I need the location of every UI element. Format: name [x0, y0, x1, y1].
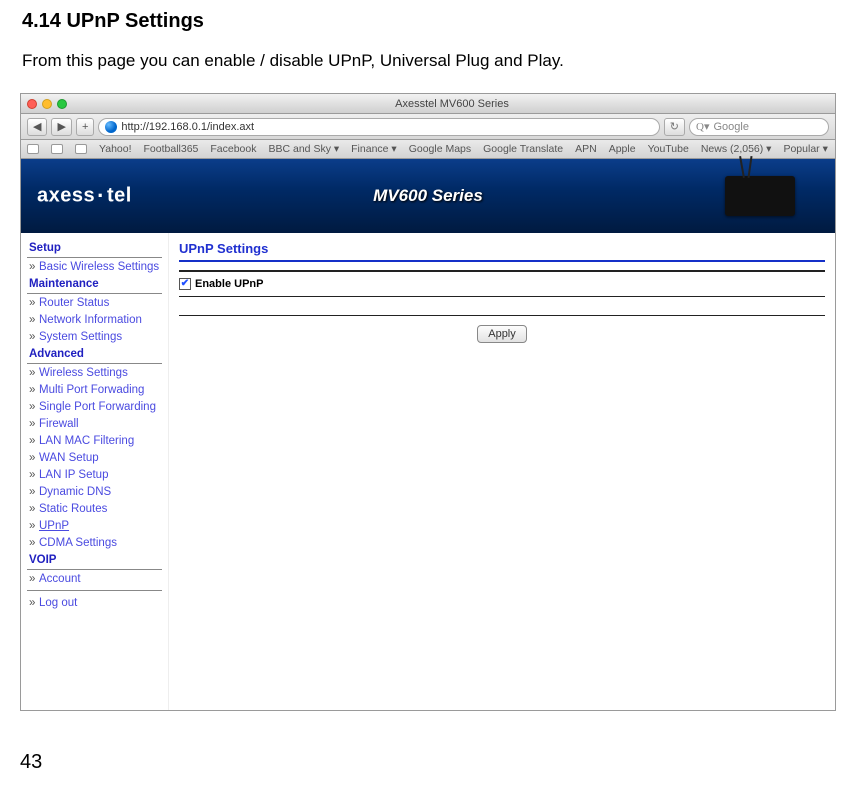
- bookmark-item[interactable]: Google Translate: [483, 143, 563, 155]
- nav-ddns[interactable]: »Dynamic DNS: [27, 483, 162, 500]
- page-banner: axess·tel MV600 Series: [21, 159, 835, 233]
- search-placeholder: Google: [713, 121, 748, 133]
- minimize-icon[interactable]: [42, 99, 52, 109]
- nav-divider: [27, 590, 162, 591]
- nav-router-status[interactable]: »Router Status: [27, 294, 162, 311]
- search-icon: Q▾: [696, 120, 709, 133]
- nav-network-info[interactable]: »Network Information: [27, 311, 162, 328]
- bookmark-item[interactable]: Facebook: [210, 143, 256, 155]
- panel-title-underline: [179, 260, 825, 262]
- url-text: http://192.168.0.1/index.axt: [121, 121, 254, 133]
- nav-wan-setup[interactable]: »WAN Setup: [27, 449, 162, 466]
- nav-upnp[interactable]: »UPnP: [27, 517, 162, 534]
- zoom-icon[interactable]: [57, 99, 67, 109]
- bookmark-item[interactable]: Finance ▾: [351, 143, 397, 155]
- divider: [179, 270, 825, 272]
- nav-cdma[interactable]: »CDMA Settings: [27, 534, 162, 551]
- browser-window: Axesstel MV600 Series ◀ ▶ + http://192.1…: [20, 93, 836, 711]
- bookmark-item[interactable]: Apple: [609, 143, 636, 155]
- bookmark-item[interactable]: APN: [575, 143, 597, 155]
- bookmarks-bar: Yahoo! Football365 Facebook BBC and Sky …: [21, 140, 835, 159]
- divider: [179, 315, 825, 316]
- product-series: MV600 Series: [373, 186, 483, 206]
- nav-firewall[interactable]: »Firewall: [27, 415, 162, 432]
- favicon-icon: [105, 121, 117, 133]
- nav-lan-mac[interactable]: »LAN MAC Filtering: [27, 432, 162, 449]
- nav-wireless-settings[interactable]: »Wireless Settings: [27, 364, 162, 381]
- nav-static-routes[interactable]: »Static Routes: [27, 500, 162, 517]
- reading-list-icon[interactable]: [51, 144, 63, 154]
- brand-right: tel: [107, 184, 132, 206]
- nav-section-maintenance: Maintenance: [27, 275, 162, 294]
- back-button[interactable]: ◀: [27, 118, 47, 136]
- search-field[interactable]: Q▾ Google: [689, 118, 829, 136]
- bookmark-item[interactable]: News (2,056) ▾: [701, 143, 772, 155]
- panel-title: UPnP Settings: [179, 239, 825, 260]
- window-title: Axesstel MV600 Series: [75, 98, 829, 110]
- bookmark-item[interactable]: YouTube: [648, 143, 689, 155]
- forward-button[interactable]: ▶: [51, 118, 71, 136]
- doc-intro-text: From this page you can enable / disable …: [22, 51, 843, 71]
- device-image: [725, 176, 795, 216]
- add-bookmark-button[interactable]: +: [76, 118, 94, 136]
- sidebar-nav: Setup »Basic Wireless Settings Maintenan…: [21, 233, 169, 710]
- doc-heading: 4.14 UPnP Settings: [22, 10, 843, 33]
- browser-toolbar: ◀ ▶ + http://192.168.0.1/index.axt ↻ Q▾ …: [21, 114, 835, 140]
- traffic-lights: [27, 99, 67, 109]
- enable-upnp-label: Enable UPnP: [195, 278, 263, 290]
- nav-account[interactable]: »Account: [27, 570, 162, 587]
- antenna-icon: [739, 156, 745, 178]
- bookmark-item[interactable]: Google Maps: [409, 143, 471, 155]
- nav-section-voip: VOIP: [27, 551, 162, 570]
- nav-lan-ip[interactable]: »LAN IP Setup: [27, 466, 162, 483]
- nav-multi-port[interactable]: »Multi Port Forwading: [27, 381, 162, 398]
- nav-section-setup: Setup: [27, 239, 162, 258]
- bookmark-item[interactable]: Yahoo!: [99, 143, 132, 155]
- close-icon[interactable]: [27, 99, 37, 109]
- bookmarks-menu-icon[interactable]: [27, 144, 39, 154]
- nav-system-settings[interactable]: »System Settings: [27, 328, 162, 345]
- nav-basic-wireless[interactable]: »Basic Wireless Settings: [27, 258, 162, 275]
- antenna-icon: [747, 156, 752, 178]
- bookmark-item[interactable]: Popular ▾: [783, 143, 827, 155]
- reload-button[interactable]: ↻: [664, 118, 685, 136]
- apply-button[interactable]: Apply: [477, 325, 527, 343]
- brand-dot-icon: ·: [97, 183, 105, 209]
- nav-section-advanced: Advanced: [27, 345, 162, 364]
- enable-upnp-checkbox[interactable]: ✔: [179, 278, 191, 290]
- nav-single-port[interactable]: »Single Port Forwarding: [27, 398, 162, 415]
- content-panel: UPnP Settings ✔ Enable UPnP Apply: [169, 233, 835, 710]
- page-number: 43: [20, 751, 843, 774]
- nav-logout[interactable]: »Log out: [27, 594, 162, 611]
- topsites-icon[interactable]: [75, 144, 87, 154]
- window-titlebar: Axesstel MV600 Series: [21, 94, 835, 114]
- bookmark-item[interactable]: Football365: [144, 143, 199, 155]
- address-bar[interactable]: http://192.168.0.1/index.axt: [98, 118, 659, 136]
- divider: [179, 296, 825, 297]
- bookmark-item[interactable]: BBC and Sky ▾: [269, 143, 340, 155]
- brand-left: axess: [37, 184, 95, 206]
- brand-logo: axess·tel: [37, 183, 132, 209]
